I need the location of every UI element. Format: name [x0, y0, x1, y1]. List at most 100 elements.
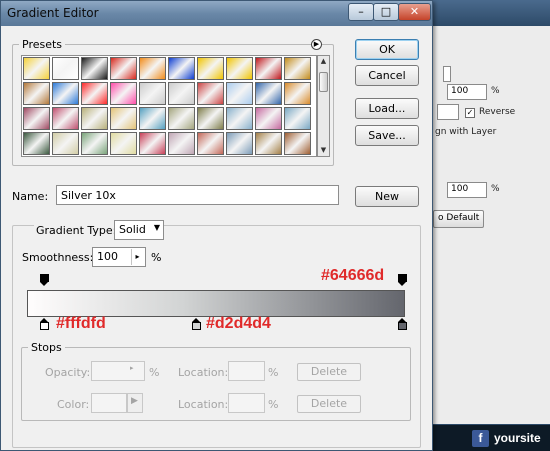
opacity-field[interactable]: ▸	[91, 361, 145, 381]
gradient-editor-dialog: Gradient Editor – □ ✕ Presets ▶ ▲ ▼ OK C…	[0, 0, 433, 451]
gradient-preset-swatch[interactable]	[168, 107, 195, 130]
color-label: Color:	[57, 398, 90, 411]
chevron-down-icon: ▼	[153, 223, 160, 232]
gradient-preset-swatch[interactable]	[197, 82, 224, 105]
gradient-preset-swatch[interactable]	[81, 82, 108, 105]
opacity-delete-button[interactable]: Delete	[297, 363, 361, 381]
color-menu-button[interactable]: ▶	[127, 393, 143, 413]
gradient-preset-swatch[interactable]	[110, 107, 137, 130]
gradient-preset-swatch[interactable]	[23, 132, 50, 155]
color-stop-right[interactable]	[398, 318, 407, 330]
gradient-preset-swatch[interactable]	[110, 132, 137, 155]
opacity-percent-label: %	[149, 366, 160, 379]
opacity-location-field[interactable]	[228, 361, 265, 381]
background-reset-default-button[interactable]: o Default	[433, 210, 485, 228]
presets-scrollbar[interactable]: ▲ ▼	[317, 55, 330, 157]
gradient-preset-swatch[interactable]	[226, 57, 253, 80]
gradient-preset-swatch[interactable]	[226, 107, 253, 130]
background-dropdown[interactable]	[443, 66, 451, 82]
gradient-type-label: Gradient Type:	[34, 224, 119, 237]
color-stop-swatch	[40, 322, 49, 330]
maximize-button[interactable]: □	[373, 3, 399, 21]
gradient-preset-swatch[interactable]	[197, 107, 224, 130]
gradient-preset-swatch[interactable]	[81, 107, 108, 130]
opacity-stop-pointer	[40, 282, 48, 286]
gradient-preset-swatch[interactable]	[255, 107, 282, 130]
gradient-preset-swatch[interactable]	[255, 132, 282, 155]
opacity-stop-left[interactable]	[40, 274, 49, 286]
name-field[interactable]	[56, 185, 339, 205]
play-icon: ▶	[131, 396, 138, 406]
color-stop-middle[interactable]	[192, 318, 201, 330]
scroll-up-icon[interactable]: ▲	[318, 56, 329, 67]
gradient-preset-swatch[interactable]	[23, 107, 50, 130]
opacity-stop-right[interactable]	[398, 274, 407, 286]
color-stop-swatch	[192, 322, 201, 330]
opacity-arrow-icon[interactable]: ▸	[130, 364, 134, 372]
background-blend-select[interactable]	[437, 104, 459, 120]
gradient-preset-swatch[interactable]	[255, 82, 282, 105]
gradient-preset-swatch[interactable]	[52, 57, 79, 80]
gradient-preset-swatch[interactable]	[52, 82, 79, 105]
color-delete-button[interactable]: Delete	[297, 395, 361, 413]
color-stop-left[interactable]	[40, 318, 49, 330]
gradient-preset-swatch[interactable]	[168, 57, 195, 80]
gradient-preset-swatch[interactable]	[52, 107, 79, 130]
minimize-button[interactable]: –	[348, 3, 374, 21]
opacity-stop-marker	[40, 274, 49, 282]
gradient-preview-bar[interactable]	[27, 290, 405, 317]
title-bar[interactable]: Gradient Editor – □ ✕	[1, 1, 432, 26]
gradient-preset-swatch[interactable]	[110, 82, 137, 105]
presets-label: Presets	[22, 38, 63, 51]
gradient-preset-swatch[interactable]	[81, 57, 108, 80]
gradient-preset-swatch[interactable]	[139, 82, 166, 105]
background-reverse-checkbox[interactable]: ✓	[465, 108, 475, 118]
gradient-preset-swatch[interactable]	[139, 57, 166, 80]
background-opacity-field[interactable]: 100	[447, 84, 487, 100]
scroll-thumb[interactable]	[319, 72, 328, 92]
new-button[interactable]: New	[355, 186, 419, 207]
gradient-preset-swatch[interactable]	[110, 57, 137, 80]
gradient-preset-swatch[interactable]	[284, 57, 311, 80]
background-scale-field[interactable]: 100	[447, 182, 487, 198]
gradient-preset-swatch[interactable]	[23, 82, 50, 105]
stops-label: Stops	[31, 341, 62, 354]
gradient-preset-swatch[interactable]	[284, 132, 311, 155]
color-swatch-field[interactable]	[91, 393, 127, 413]
save-button[interactable]: Save...	[355, 125, 419, 146]
background-percent-label: %	[491, 86, 500, 96]
gradient-preset-swatch[interactable]	[168, 132, 195, 155]
gradient-preset-swatch[interactable]	[81, 132, 108, 155]
presets-menu-icon[interactable]: ▶	[311, 39, 322, 50]
smoothness-arrow-icon[interactable]: ▸	[131, 249, 143, 265]
background-layer-style-panel: 100 % ✓ Reverse gn with Layer 100 % o De…	[430, 26, 550, 426]
color-location-field[interactable]	[228, 393, 265, 413]
smoothness-field[interactable]: 100 ▸	[92, 247, 146, 267]
gradient-preset-swatch[interactable]	[139, 107, 166, 130]
close-button[interactable]: ✕	[398, 3, 431, 21]
background-reverse-label: Reverse	[479, 107, 516, 117]
name-label: Name:	[12, 190, 49, 203]
facebook-icon[interactable]: f	[472, 430, 489, 447]
gradient-preset-swatch[interactable]	[197, 132, 224, 155]
gradient-preset-swatch[interactable]	[52, 132, 79, 155]
cancel-button[interactable]: Cancel	[355, 65, 419, 86]
gradient-preset-swatch[interactable]	[197, 57, 224, 80]
load-button[interactable]: Load...	[355, 98, 419, 119]
background-align-label: gn with Layer	[435, 127, 497, 137]
gradient-preset-swatch[interactable]	[255, 57, 282, 80]
ok-button[interactable]: OK	[355, 39, 419, 60]
site-label: yoursite	[494, 431, 541, 445]
opacity-location-percent: %	[268, 366, 279, 379]
gradient-preset-swatch[interactable]	[139, 132, 166, 155]
gradient-preset-swatch[interactable]	[23, 57, 50, 80]
gradient-preset-swatch[interactable]	[226, 132, 253, 155]
gradient-preset-swatch[interactable]	[226, 82, 253, 105]
gradient-type-select[interactable]: Solid ▼	[114, 220, 164, 240]
annotation-dark-color: #64666d	[321, 267, 385, 284]
gradient-preset-swatch[interactable]	[284, 107, 311, 130]
scroll-down-icon[interactable]: ▼	[318, 145, 329, 156]
smoothness-label: Smoothness:	[22, 251, 94, 264]
gradient-preset-swatch[interactable]	[284, 82, 311, 105]
gradient-preset-swatch[interactable]	[168, 82, 195, 105]
